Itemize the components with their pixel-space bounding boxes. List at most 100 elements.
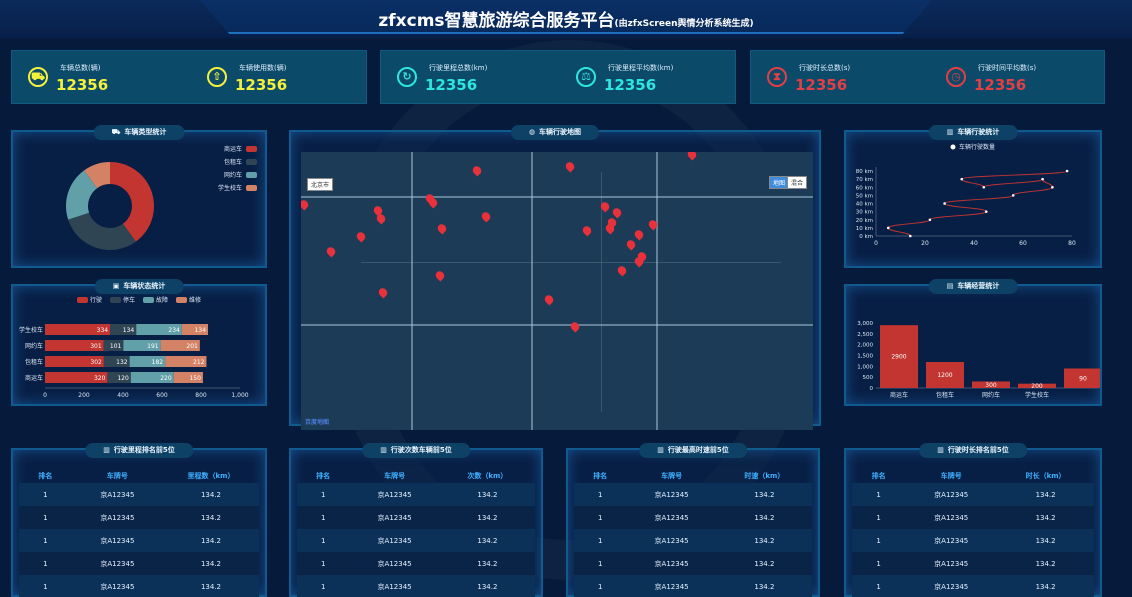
map-pin[interactable] bbox=[479, 210, 493, 223]
y-tick-label: 500 bbox=[863, 375, 874, 381]
map-pin[interactable] bbox=[433, 269, 447, 282]
table-row[interactable]: 1 京A12345 134.2 bbox=[297, 506, 535, 529]
rank-cell: 1 bbox=[597, 490, 603, 499]
panel-rank-count: ▥ 行驶次数车辆前5位 排名 车牌号 次数（km） 1 京A12345 134.2 1 京A12… bbox=[289, 443, 543, 597]
y-tick-label: 2,500 bbox=[857, 332, 873, 338]
table-row[interactable]: 1 京A12345 134.2 bbox=[852, 575, 1094, 597]
table-row[interactable]: 1 京A12345 134.2 bbox=[19, 552, 259, 575]
data-label: 132 bbox=[116, 359, 128, 366]
column-header[interactable]: 时速（km） bbox=[717, 470, 812, 483]
map-pin[interactable] bbox=[610, 206, 624, 219]
kpi-label: 车辆总数(辆) bbox=[60, 64, 101, 72]
map-pin[interactable] bbox=[685, 152, 699, 161]
kpi-panel-duration: ⧗ 行驶时长总数(s) 12356 ◷ 行驶时间平均数(s) 12356 bbox=[750, 50, 1105, 104]
table-body: 1 京A12345 134.2 1 京A12345 134.2 1 京A12345 134.2 1… bbox=[852, 483, 1094, 597]
table-row[interactable]: 1 京A12345 134.2 bbox=[852, 483, 1094, 506]
table-row[interactable]: 1 京A12345 134.2 bbox=[297, 529, 535, 552]
data-point bbox=[982, 185, 986, 189]
legend-item[interactable]: 学生校车 bbox=[218, 181, 257, 194]
map-canvas[interactable]: 北京市 地图 混合 百度地图 bbox=[301, 152, 813, 430]
table-row[interactable]: 1 京A12345 134.2 bbox=[852, 552, 1094, 575]
table-row[interactable]: 1 京A12345 134.2 bbox=[297, 552, 535, 575]
rank-cell: 1 bbox=[320, 582, 326, 591]
hybrid-type-button[interactable]: 混合 bbox=[787, 176, 808, 189]
legend-item[interactable]: 商运车 bbox=[218, 142, 257, 155]
map-type-button[interactable]: 地图 bbox=[769, 176, 790, 189]
table-row[interactable]: 1 京A12345 134.2 bbox=[852, 506, 1094, 529]
legend-label: 商运车 bbox=[223, 146, 242, 153]
table-row[interactable]: 1 京A12345 134.2 bbox=[574, 552, 812, 575]
panel-title: ▥ 行驶最高时速前5位 bbox=[639, 443, 747, 458]
map-road bbox=[361, 262, 781, 263]
column-header[interactable]: 排名 bbox=[297, 470, 349, 483]
rank-cell: 1 bbox=[43, 559, 48, 568]
panel-title: ▥ 行驶时长排名前5位 bbox=[919, 443, 1027, 458]
legend-item[interactable]: 包租车 bbox=[218, 155, 257, 168]
map-logo: 百度地图 bbox=[305, 419, 330, 426]
column-header[interactable]: 车牌号 bbox=[905, 470, 997, 483]
data-point bbox=[943, 202, 946, 205]
rank-cell: 1 bbox=[320, 513, 326, 522]
table-row[interactable]: 1 京A12345 134.2 bbox=[574, 483, 812, 506]
plate-cell: 京A12345 bbox=[654, 582, 689, 591]
plate-cell: 京A12345 bbox=[100, 490, 135, 499]
column-header[interactable]: 时长（km） bbox=[997, 470, 1094, 483]
column-header[interactable]: 车牌号 bbox=[626, 470, 716, 483]
map-pin[interactable] bbox=[324, 245, 338, 258]
map-pin[interactable] bbox=[624, 238, 638, 251]
map-pin[interactable] bbox=[615, 264, 629, 277]
table-row[interactable]: 1 京A12345 134.2 bbox=[19, 506, 259, 529]
table-body: 1 京A12345 134.2 1 京A12345 134.2 1 京A12345 134.2 1… bbox=[19, 483, 259, 597]
table-row[interactable]: 1 京A12345 134.2 bbox=[297, 575, 535, 597]
table-row[interactable]: 1 京A12345 134.2 bbox=[297, 483, 535, 506]
panel-car-state: ▣ 车辆状态统计 行驶 停车 故障 维修 学生校车 334 134 234 134 网约车 3… bbox=[11, 279, 267, 406]
column-header[interactable]: 排名 bbox=[852, 470, 905, 483]
pie-legend: 商运车 包租车 网约车 学生校车 bbox=[218, 142, 257, 194]
map-pin[interactable] bbox=[568, 320, 582, 333]
table-row[interactable]: 1 京A12345 134.2 bbox=[852, 529, 1094, 552]
map-road bbox=[656, 152, 658, 430]
rank-cell: 1 bbox=[320, 490, 326, 499]
data-label: 220 bbox=[160, 375, 172, 382]
map-city-label[interactable]: 北京市 bbox=[307, 178, 334, 191]
value-cell: 134.2 bbox=[477, 582, 498, 591]
value-cell: 134.2 bbox=[1035, 513, 1056, 522]
legend-item[interactable]: 网约车 bbox=[218, 168, 257, 181]
map-pin[interactable] bbox=[470, 164, 484, 177]
map-pin[interactable] bbox=[542, 293, 556, 306]
table-row[interactable]: 1 京A12345 134.2 bbox=[574, 575, 812, 597]
table-row[interactable]: 1 京A12345 134.2 bbox=[574, 506, 812, 529]
rank-cell: 1 bbox=[597, 559, 603, 568]
map-pin[interactable] bbox=[632, 228, 646, 241]
table-row[interactable]: 1 京A12345 134.2 bbox=[19, 483, 259, 506]
table-body: 1 京A12345 134.2 1 京A12345 134.2 1 京A12345 134.2 1… bbox=[574, 483, 812, 597]
map-pin[interactable] bbox=[563, 160, 577, 173]
map-pin[interactable] bbox=[580, 224, 594, 237]
page-title-main: zfxcms智慧旅游综合服务平台 bbox=[378, 11, 615, 31]
column-header[interactable]: 次数（km） bbox=[440, 470, 535, 483]
column-header[interactable]: 车牌号 bbox=[349, 470, 439, 483]
map-pin[interactable] bbox=[354, 230, 368, 243]
column-header[interactable]: 里程数（km） bbox=[163, 470, 259, 483]
table-header: 排名 车牌号 里程数（km） bbox=[19, 470, 259, 483]
rank-cell: 1 bbox=[876, 536, 881, 545]
x-tick-label: 800 bbox=[195, 392, 207, 399]
data-label: 200 bbox=[1031, 383, 1043, 390]
column-header[interactable]: 车牌号 bbox=[72, 470, 163, 483]
rank-table: 排名 车牌号 次数（km） 1 京A12345 134.2 1 京A12345 134.2 1 京A… bbox=[297, 470, 535, 597]
plate-cell: 京A12345 bbox=[654, 490, 689, 499]
value-cell: 134.2 bbox=[754, 513, 775, 522]
value-cell: 134.2 bbox=[477, 536, 498, 545]
table-row[interactable]: 1 京A12345 134.2 bbox=[574, 529, 812, 552]
category-label: 学生校车 bbox=[19, 326, 43, 334]
map-pin[interactable] bbox=[435, 222, 449, 235]
column-header[interactable]: 排名 bbox=[574, 470, 626, 483]
map-pin[interactable] bbox=[301, 198, 311, 211]
column-header[interactable]: 排名 bbox=[19, 470, 72, 483]
category-label: 商运车 bbox=[25, 374, 43, 382]
table-row[interactable]: 1 京A12345 134.2 bbox=[19, 575, 259, 597]
value-cell: 134.2 bbox=[754, 536, 775, 545]
map-pin[interactable] bbox=[376, 286, 390, 299]
kpi-label: 车辆使用数(辆) bbox=[239, 64, 287, 72]
table-row[interactable]: 1 京A12345 134.2 bbox=[19, 529, 259, 552]
